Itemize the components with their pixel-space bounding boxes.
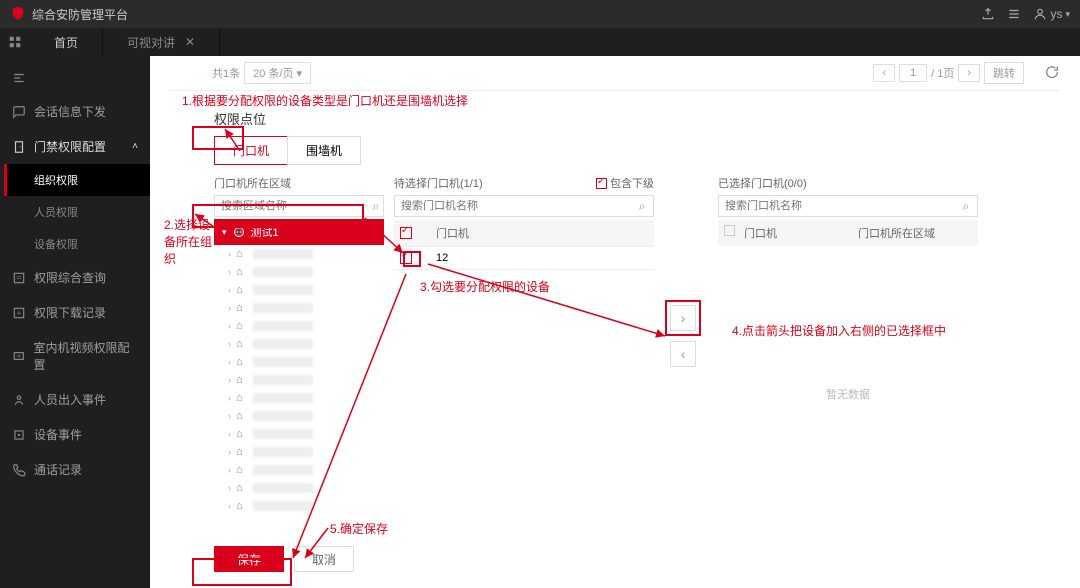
cancel-button[interactable]: 取消 [294, 546, 354, 572]
house-icon: ⌂ [236, 266, 248, 278]
list-row[interactable]: 12 [394, 247, 654, 270]
sidebar-sub-device[interactable]: 设备权限 [4, 228, 150, 260]
col2-search[interactable]: ⌕ [394, 195, 654, 217]
search-icon[interactable]: ⌕ [955, 199, 977, 214]
globe-icon [233, 226, 245, 238]
sidebar-item-indoor[interactable]: 室内机视频权限配置 [0, 330, 150, 382]
house-icon: ⌂ [236, 374, 248, 386]
row-name: 12 [436, 252, 448, 264]
col3-search[interactable]: ⌕ [718, 195, 978, 217]
tab-intercom[interactable]: 可视对讲 ✕ [103, 28, 220, 56]
tree-child[interactable]: ›⌂ [224, 281, 384, 299]
tree-child[interactable]: ›⌂ [224, 461, 384, 479]
row-checkbox[interactable] [400, 252, 412, 264]
sidebar-item-device-event[interactable]: 设备事件 [0, 417, 150, 452]
annotation-2: 2.选择设备所在组织 [164, 216, 220, 267]
tree-child[interactable]: ›⌂ [224, 353, 384, 371]
select-all-checkbox[interactable] [400, 227, 412, 239]
house-icon: ⌂ [236, 338, 248, 350]
sidebar-item-access[interactable]: 门禁权限配置 ˄ [0, 129, 150, 164]
per-page-select[interactable]: 20 条/页 ▾ [244, 62, 311, 84]
tree-child[interactable]: ›⌂ [224, 245, 384, 263]
tree-child[interactable]: ›⌂ [224, 443, 384, 461]
sidebar-sub-org[interactable]: 组织权限 [4, 164, 150, 196]
app-logo [10, 5, 26, 24]
transfer-left-button[interactable]: ‹ [670, 341, 696, 367]
house-icon: ⌂ [236, 500, 248, 512]
user-menu[interactable]: ys ▾ [1033, 7, 1070, 21]
app-title: 综合安防管理平台 [32, 6, 128, 23]
house-icon: ⌂ [236, 302, 248, 314]
checkbox-icon [596, 178, 607, 189]
house-icon: ⌂ [236, 410, 248, 422]
close-icon[interactable]: ✕ [185, 35, 195, 49]
apps-icon[interactable] [0, 28, 30, 56]
house-icon: ⌂ [236, 392, 248, 404]
house-icon: ⌂ [236, 428, 248, 440]
radio-tab-door[interactable]: 门口机 [214, 136, 288, 165]
save-button[interactable]: 保存 [214, 546, 284, 572]
sidebar-item-call[interactable]: 通话记录 [0, 452, 150, 487]
search-input[interactable] [395, 196, 631, 216]
house-icon: ⌂ [236, 284, 248, 296]
chevron-down-icon: ▾ [222, 227, 227, 238]
col2-title: 待选择门口机(1/1) [394, 175, 483, 191]
page-input[interactable]: 1 [899, 64, 927, 82]
tree-child[interactable]: ›⌂ [224, 317, 384, 335]
section-title: 权限点位 [214, 109, 1060, 128]
annotation-1: 1.根据要分配权限的设备类型是门口机还是围墙机选择 [182, 92, 468, 109]
page-total: / 1页 [931, 65, 954, 81]
house-icon: ⌂ [236, 464, 248, 476]
col1-search[interactable]: ⌕ [214, 195, 384, 217]
search-icon[interactable]: ⌕ [369, 199, 383, 214]
empty-text: 暂无数据 [718, 246, 978, 542]
export-icon[interactable] [981, 7, 995, 21]
menu-icon[interactable] [1007, 7, 1021, 21]
house-icon: ⌂ [236, 356, 248, 368]
include-sub-check[interactable]: 包含下级 [596, 175, 654, 191]
tree-root[interactable]: ▾ 测试1 [214, 219, 384, 245]
sidebar-sub-person[interactable]: 人员权限 [4, 196, 150, 228]
search-input[interactable] [215, 196, 369, 216]
tree-child[interactable]: ›⌂ [224, 263, 384, 281]
house-icon: ⌂ [236, 446, 248, 458]
house-icon: ⌂ [236, 482, 248, 494]
col3-title: 已选择门口机(0/0) [718, 175, 807, 191]
tab-home[interactable]: 首页 [30, 28, 103, 56]
tree-child[interactable]: ›⌂ [224, 299, 384, 317]
sidebar-collapse[interactable] [0, 62, 150, 94]
page-next[interactable]: › [958, 64, 980, 82]
sidebar-item-query[interactable]: 权限综合查询 [0, 260, 150, 295]
transfer-right-button[interactable]: › [670, 305, 696, 331]
tree-child[interactable]: ›⌂ [224, 479, 384, 497]
col3-h1: 门口机 [744, 225, 858, 241]
col2-header: 门口机 [436, 225, 469, 241]
page-prev[interactable]: ‹ [873, 64, 895, 82]
house-icon: ⌂ [236, 248, 248, 260]
sidebar-item-session[interactable]: 会话信息下发 [0, 94, 150, 129]
search-input[interactable] [719, 196, 955, 216]
tree-child[interactable]: ›⌂ [224, 389, 384, 407]
sidebar-item-person-event[interactable]: 人员出入事件 [0, 382, 150, 417]
select-all-checkbox[interactable] [724, 225, 735, 236]
sidebar-item-download[interactable]: 权限下载记录 [0, 295, 150, 330]
tree-child[interactable]: ›⌂ [224, 335, 384, 353]
tree-child[interactable]: ›⌂ [224, 407, 384, 425]
col3-h2: 门口机所在区域 [858, 225, 972, 241]
house-icon: ⌂ [236, 320, 248, 332]
page-jump[interactable]: 跳转 [984, 62, 1024, 84]
total-label: 共1条 [212, 65, 240, 81]
tree-child[interactable]: ›⌂ [224, 425, 384, 443]
tree-child[interactable]: ›⌂ [224, 497, 384, 515]
search-icon[interactable]: ⌕ [631, 199, 653, 214]
col1-title: 门口机所在区域 [214, 175, 291, 191]
chevron-up-icon: ˄ [132, 141, 138, 152]
tree-child[interactable]: ›⌂ [224, 371, 384, 389]
radio-tab-wall[interactable]: 围墙机 [287, 136, 361, 165]
refresh-icon[interactable] [1028, 64, 1060, 83]
